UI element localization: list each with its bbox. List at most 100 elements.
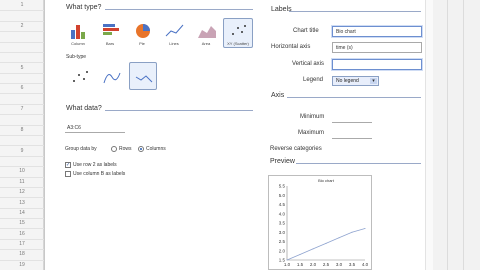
row-divider bbox=[0, 249, 44, 251]
y-tick-label: 3.0 bbox=[279, 230, 286, 235]
row-divider bbox=[0, 62, 44, 64]
row-divider bbox=[0, 176, 44, 178]
y-tick-label: 2.5 bbox=[279, 239, 286, 244]
horizontal-axis-input[interactable]: time (s) bbox=[332, 42, 422, 53]
y-tick-label: 4.5 bbox=[279, 202, 286, 207]
vertical-axis-input[interactable] bbox=[332, 59, 422, 70]
dialog-scrollbar[interactable] bbox=[425, 0, 433, 270]
pie-chart-icon bbox=[136, 24, 150, 38]
row-divider bbox=[0, 31, 44, 33]
row-number[interactable]: 11 bbox=[4, 179, 40, 185]
chart-preview: Bio chart 1.5 2.0 2.5 3.0 3.5 4.0 4.5 5.0 5.5 1.0 1… bbox=[268, 175, 372, 270]
data-point bbox=[364, 228, 366, 230]
row-divider bbox=[0, 155, 44, 157]
chart-title-input[interactable]: Bio chart bbox=[332, 26, 422, 37]
row-number[interactable]: 18 bbox=[4, 251, 40, 257]
line-chart-icon bbox=[165, 24, 184, 37]
minimum-input[interactable] bbox=[332, 122, 372, 123]
use-column-labels-checkbox[interactable] bbox=[65, 171, 71, 177]
data-range-input[interactable]: A3:C6 bbox=[67, 125, 81, 131]
row-number[interactable]: 2 bbox=[4, 23, 40, 29]
horizontal-axis-label: Horizontal axis bbox=[271, 44, 311, 50]
chart-type-column[interactable]: Column bbox=[63, 18, 93, 48]
minimum-label: Minimum bbox=[300, 114, 325, 120]
x-tick-label: 3.5 bbox=[349, 262, 356, 267]
x-tick-label: 4.0 bbox=[362, 262, 369, 267]
row-divider bbox=[0, 72, 44, 74]
preview-chart: Bio chart1.52.02.53.03.54.04.55.05.51.0 1… bbox=[279, 178, 369, 267]
subtype-smooth-lines[interactable] bbox=[97, 62, 125, 90]
row-divider bbox=[0, 135, 44, 136]
chart-type-scatter[interactable]: XY (Scatter) bbox=[223, 18, 253, 48]
row-divider bbox=[0, 207, 44, 209]
row-number[interactable]: 7 bbox=[4, 106, 40, 112]
series-line bbox=[286, 228, 366, 261]
subtype-straight-lines[interactable] bbox=[129, 62, 157, 90]
row-divider bbox=[0, 145, 44, 147]
row-divider bbox=[0, 41, 44, 43]
row-divider bbox=[0, 197, 44, 199]
row-number[interactable]: 15 bbox=[4, 220, 40, 226]
row-divider bbox=[0, 228, 44, 230]
chart-type-label: XY (Scatter) bbox=[227, 41, 249, 46]
chart-type-bars[interactable]: Bars bbox=[95, 18, 125, 48]
row-number[interactable]: 17 bbox=[4, 241, 40, 247]
subtype-heading: Sub-type bbox=[66, 54, 87, 60]
row-number[interactable]: 1 bbox=[4, 2, 40, 8]
row-number[interactable]: 10 bbox=[4, 168, 40, 174]
chart-type-lines[interactable]: Lines bbox=[159, 18, 189, 48]
reverse-categories-label[interactable]: Reverse categories bbox=[270, 146, 322, 152]
preview-heading: Preview bbox=[270, 158, 295, 165]
row-number[interactable]: 16 bbox=[4, 231, 40, 237]
x-tick-label: 1.5 bbox=[297, 262, 304, 267]
chart-type-pie[interactable]: Pie bbox=[127, 18, 157, 48]
subtype-markers-only[interactable] bbox=[65, 62, 93, 90]
x-tick-label: 1.0 bbox=[284, 262, 291, 267]
use-row-labels-checkbox[interactable]: ✓ bbox=[65, 162, 71, 168]
group-columns-radio[interactable] bbox=[138, 146, 144, 152]
group-rows-label: Rows bbox=[119, 146, 132, 152]
scatter-smooth-line-icon bbox=[103, 72, 121, 84]
row-divider bbox=[0, 20, 44, 22]
row-number[interactable]: 6 bbox=[4, 85, 40, 91]
group-rows-radio[interactable] bbox=[111, 146, 117, 152]
row-divider bbox=[0, 103, 44, 105]
row-divider bbox=[0, 10, 44, 12]
row-number[interactable]: 14 bbox=[4, 210, 40, 216]
chart-type-label: Pie bbox=[139, 41, 145, 46]
group-columns-label: Columns bbox=[146, 146, 166, 152]
screen: 1 2 5 6 7 8 9 10 11 12 13 14 15 16 17 18 19 What type? C… bbox=[0, 0, 480, 270]
labels-divider bbox=[289, 11, 421, 12]
data-point bbox=[351, 231, 353, 233]
row-divider bbox=[0, 166, 44, 168]
data-point bbox=[338, 237, 340, 239]
row-number[interactable]: 12 bbox=[4, 189, 40, 195]
row-number[interactable]: 13 bbox=[4, 200, 40, 206]
x-tick-label: 2.5 bbox=[323, 262, 330, 267]
row-number[interactable]: 8 bbox=[4, 127, 40, 133]
legend-label: Legend bbox=[303, 77, 324, 83]
data-point bbox=[286, 259, 288, 261]
chart-title: Bio chart bbox=[318, 178, 335, 183]
chart-type-area[interactable]: Area bbox=[191, 18, 221, 48]
chart-type-label: Area bbox=[201, 41, 211, 46]
use-row-labels-label: Use row 2 as labels bbox=[73, 162, 117, 168]
row-divider bbox=[0, 259, 44, 261]
row-number[interactable]: 19 bbox=[4, 262, 40, 268]
what-type-divider bbox=[105, 9, 253, 10]
data-point bbox=[299, 253, 301, 255]
row-divider bbox=[0, 51, 44, 53]
row-divider bbox=[0, 186, 44, 188]
what-data-divider bbox=[105, 110, 253, 111]
row-divider bbox=[0, 238, 44, 240]
spreadsheet-row-headers: 1 2 5 6 7 8 9 10 11 12 13 14 15 16 17 18 19 bbox=[0, 0, 44, 270]
row-number[interactable]: 9 bbox=[4, 148, 40, 154]
chart-title-label: Chart title bbox=[293, 28, 319, 34]
maximum-input[interactable] bbox=[332, 138, 372, 139]
row-divider bbox=[0, 83, 44, 85]
row-number[interactable]: 5 bbox=[4, 65, 40, 71]
legend-select[interactable]: No legend ▾ bbox=[332, 76, 379, 86]
row-divider bbox=[0, 124, 44, 126]
chart-type-label: Bars bbox=[105, 41, 115, 46]
data-point bbox=[325, 242, 327, 244]
